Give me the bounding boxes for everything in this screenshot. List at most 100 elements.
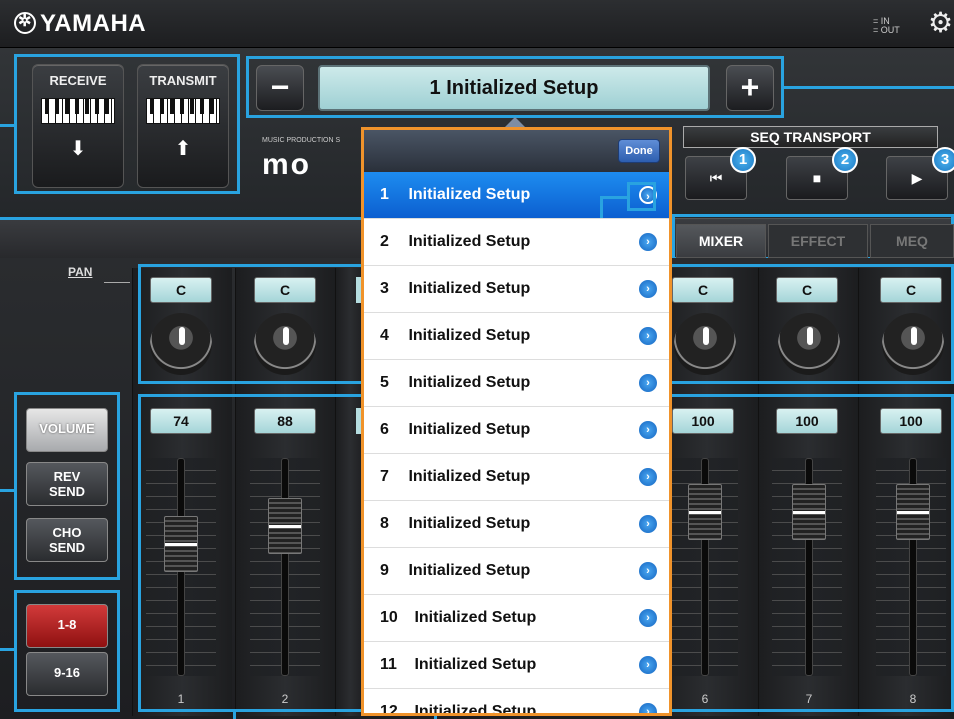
detail-disclosure-icon[interactable]: › xyxy=(639,280,657,298)
channel-number-6: 6 xyxy=(701,692,709,706)
gear-icon[interactable]: ⚙ xyxy=(928,9,953,37)
setup-name: Initialized Setup xyxy=(414,703,537,716)
setup-list-item[interactable]: 2 Initialized Setup › xyxy=(364,219,669,266)
rev-send-button[interactable]: REV SEND xyxy=(26,462,108,506)
setup-list-item[interactable]: 6 Initialized Setup › xyxy=(364,407,669,454)
next-setup-button[interactable]: + xyxy=(726,65,774,111)
tab-meq[interactable]: MEQ xyxy=(870,224,954,258)
detail-disclosure-icon[interactable]: › xyxy=(639,703,657,713)
callout-line xyxy=(0,489,14,492)
seq-transport-title: SEQ TRANSPORT xyxy=(683,126,938,148)
setup-number: 6 xyxy=(380,421,389,438)
setup-name: Initialized Setup xyxy=(408,562,531,579)
setup-name: Initialized Setup xyxy=(414,656,537,673)
fader-ch7[interactable] xyxy=(792,484,826,540)
bank-9-16-button[interactable]: 9-16 xyxy=(26,652,108,696)
transmit-button[interactable]: TRANSMIT ⬆ xyxy=(137,64,229,188)
io-out-label: OUT xyxy=(880,25,900,35)
channel-number-2: 2 xyxy=(281,692,289,706)
setup-list-item[interactable]: 7 Initialized Setup › xyxy=(364,454,669,501)
transmit-label: TRANSMIT xyxy=(149,73,217,88)
detail-disclosure-icon[interactable]: › xyxy=(639,515,657,533)
volume-value-ch6[interactable]: 100 xyxy=(672,408,734,434)
receive-button[interactable]: RECEIVE ⬇ xyxy=(32,64,124,188)
done-button[interactable]: Done xyxy=(618,139,660,163)
detail-disclosure-icon[interactable]: › xyxy=(639,468,657,486)
setup-list-item[interactable]: 9 Initialized Setup › xyxy=(364,548,669,595)
detail-disclosure-icon[interactable]: › xyxy=(639,656,657,674)
detail-disclosure-icon[interactable]: › xyxy=(639,609,657,627)
fader-ch1[interactable] xyxy=(164,516,198,572)
tab-effect[interactable]: EFFECT xyxy=(768,224,868,258)
volume-value-ch2[interactable]: 88 xyxy=(254,408,316,434)
disclosure-callout xyxy=(627,182,656,211)
pan-knob-ch8[interactable] xyxy=(882,313,944,375)
pan-value-ch1[interactable]: C xyxy=(150,277,212,303)
detail-disclosure-icon[interactable]: › xyxy=(639,374,657,392)
setup-name: Initialized Setup xyxy=(408,468,531,485)
volume-value-ch1[interactable]: 74 xyxy=(150,408,212,434)
callout-line xyxy=(600,196,627,199)
callout-line xyxy=(0,648,14,651)
setup-name: Initialized Setup xyxy=(408,233,531,250)
brand-name: YAMAHA xyxy=(40,10,147,37)
io-indicator: = IN = OUT xyxy=(873,16,900,35)
fader-ch8[interactable] xyxy=(896,484,930,540)
setup-number: 7 xyxy=(380,468,389,485)
fader-ch6[interactable] xyxy=(688,484,722,540)
volume-value-ch7[interactable]: 100 xyxy=(776,408,838,434)
setup-number: 10 xyxy=(380,609,398,626)
callout-line xyxy=(0,217,370,220)
badge-2: 2 xyxy=(832,147,858,173)
channel-number-7: 7 xyxy=(805,692,813,706)
pan-value-ch2[interactable]: C xyxy=(254,277,316,303)
setup-number: 4 xyxy=(380,327,389,344)
volume-value-ch8[interactable]: 100 xyxy=(880,408,942,434)
setup-name: Initialized Setup xyxy=(408,374,531,391)
setup-name: Initialized Setup xyxy=(408,327,531,344)
setup-name: Initialized Setup xyxy=(408,186,531,203)
setup-number: 11 xyxy=(380,656,397,673)
volume-button[interactable]: VOLUME xyxy=(26,408,108,452)
setup-list-item[interactable]: 8 Initialized Setup › xyxy=(364,501,669,548)
arrow-up-icon: ⬆ xyxy=(174,138,192,160)
pan-value-ch7[interactable]: C xyxy=(776,277,838,303)
setup-number: 5 xyxy=(380,374,389,391)
setup-list-item[interactable]: 12 Initialized Setup › xyxy=(364,689,669,716)
callout-line xyxy=(0,124,14,127)
detail-disclosure-icon[interactable]: › xyxy=(639,421,657,439)
arrow-down-icon: ⬇ xyxy=(69,138,87,160)
pan-knob-ch7[interactable] xyxy=(778,313,840,375)
setup-list-item[interactable]: 10 Initialized Setup › xyxy=(364,595,669,642)
setup-number: 2 xyxy=(380,233,389,250)
music-production-text: MUSIC PRODUCTION S xyxy=(262,137,341,144)
motif-logo: mo xyxy=(262,148,311,181)
pan-knob-ch6[interactable] xyxy=(674,313,736,375)
callout-line xyxy=(233,712,236,719)
setup-number: 1 xyxy=(380,186,389,203)
cho-send-button[interactable]: CHO SEND xyxy=(26,518,108,562)
fader-ch2[interactable] xyxy=(268,498,302,554)
setup-name: Initialized Setup xyxy=(414,609,537,626)
fader-track-ch2 xyxy=(281,458,289,676)
setup-number: 8 xyxy=(380,515,389,532)
bank-1-8-button[interactable]: 1-8 xyxy=(26,604,108,648)
channel-number-8: 8 xyxy=(909,692,917,706)
current-setup-display[interactable]: 1 Initialized Setup xyxy=(318,65,710,111)
setup-list-item[interactable]: 4 Initialized Setup › xyxy=(364,313,669,360)
pan-value-ch6[interactable]: C xyxy=(672,277,734,303)
previous-setup-button[interactable]: − xyxy=(256,65,304,111)
tab-mixer[interactable]: MIXER xyxy=(676,224,766,258)
setup-list-popup: Done 1 Initialized Setup › 2 Initialized … xyxy=(361,127,672,716)
setup-list-item[interactable]: 11 Initialized Setup › xyxy=(364,642,669,689)
detail-disclosure-icon[interactable]: › xyxy=(639,562,657,580)
pan-label: PAN xyxy=(68,265,93,279)
pan-value-ch8[interactable]: C xyxy=(880,277,942,303)
detail-disclosure-icon[interactable]: › xyxy=(639,233,657,251)
pan-knob-ch1[interactable] xyxy=(150,313,212,375)
setup-name: Initialized Setup xyxy=(408,515,531,532)
setup-list-item[interactable]: 3 Initialized Setup › xyxy=(364,266,669,313)
detail-disclosure-icon[interactable]: › xyxy=(639,327,657,345)
pan-knob-ch2[interactable] xyxy=(254,313,316,375)
setup-list-item[interactable]: 5 Initialized Setup › xyxy=(364,360,669,407)
